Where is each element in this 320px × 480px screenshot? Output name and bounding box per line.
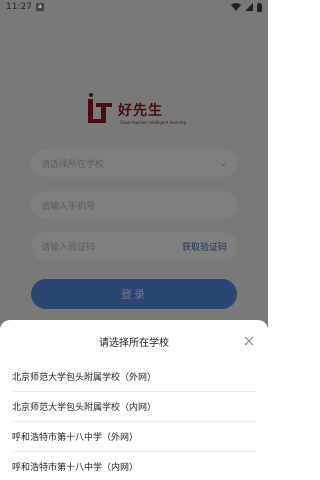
wifi-icon [231, 3, 241, 11]
notification-icon: a [35, 3, 44, 11]
school-list: 北京师范大学包头附属学校（外网） 北京师范大学包头附属学校（内网） 呼和浩特市第… [0, 362, 268, 480]
login-screen: 11:27 a 好先生 Good teacher intelligent lea… [0, 0, 268, 480]
status-left: 11:27 a [6, 2, 44, 12]
school-picker-sheet: 请选择所在学校 北京师范大学包头附属学校（外网） 北京师范大学包头附属学校（内网… [0, 320, 268, 480]
status-bar: 11:27 a [0, 0, 268, 14]
status-time: 11:27 [6, 2, 32, 12]
school-option-label: 呼和浩特市第十八中学（内网） [12, 463, 139, 473]
sheet-header: 请选择所在学校 [0, 320, 268, 362]
battery-icon [257, 2, 262, 12]
sheet-title: 请选择所在学校 [99, 337, 169, 349]
school-option[interactable]: 北京师范大学包头附属学校（外网） [12, 362, 256, 392]
close-icon[interactable] [242, 334, 256, 348]
school-option[interactable]: 呼和浩特市第十八中学（外网） [12, 422, 256, 452]
school-option-label: 北京师范大学包头附属学校（内网） [12, 403, 157, 413]
school-option[interactable]: 呼和浩特市第十八中学（内网） [12, 452, 256, 480]
school-option[interactable]: 北京师范大学包头附属学校（内网） [12, 392, 256, 422]
signal-icon [245, 3, 253, 11]
status-right [231, 2, 262, 12]
school-option-label: 呼和浩特市第十八中学（外网） [12, 433, 139, 443]
school-option-label: 北京师范大学包头附属学校（外网） [12, 373, 157, 383]
